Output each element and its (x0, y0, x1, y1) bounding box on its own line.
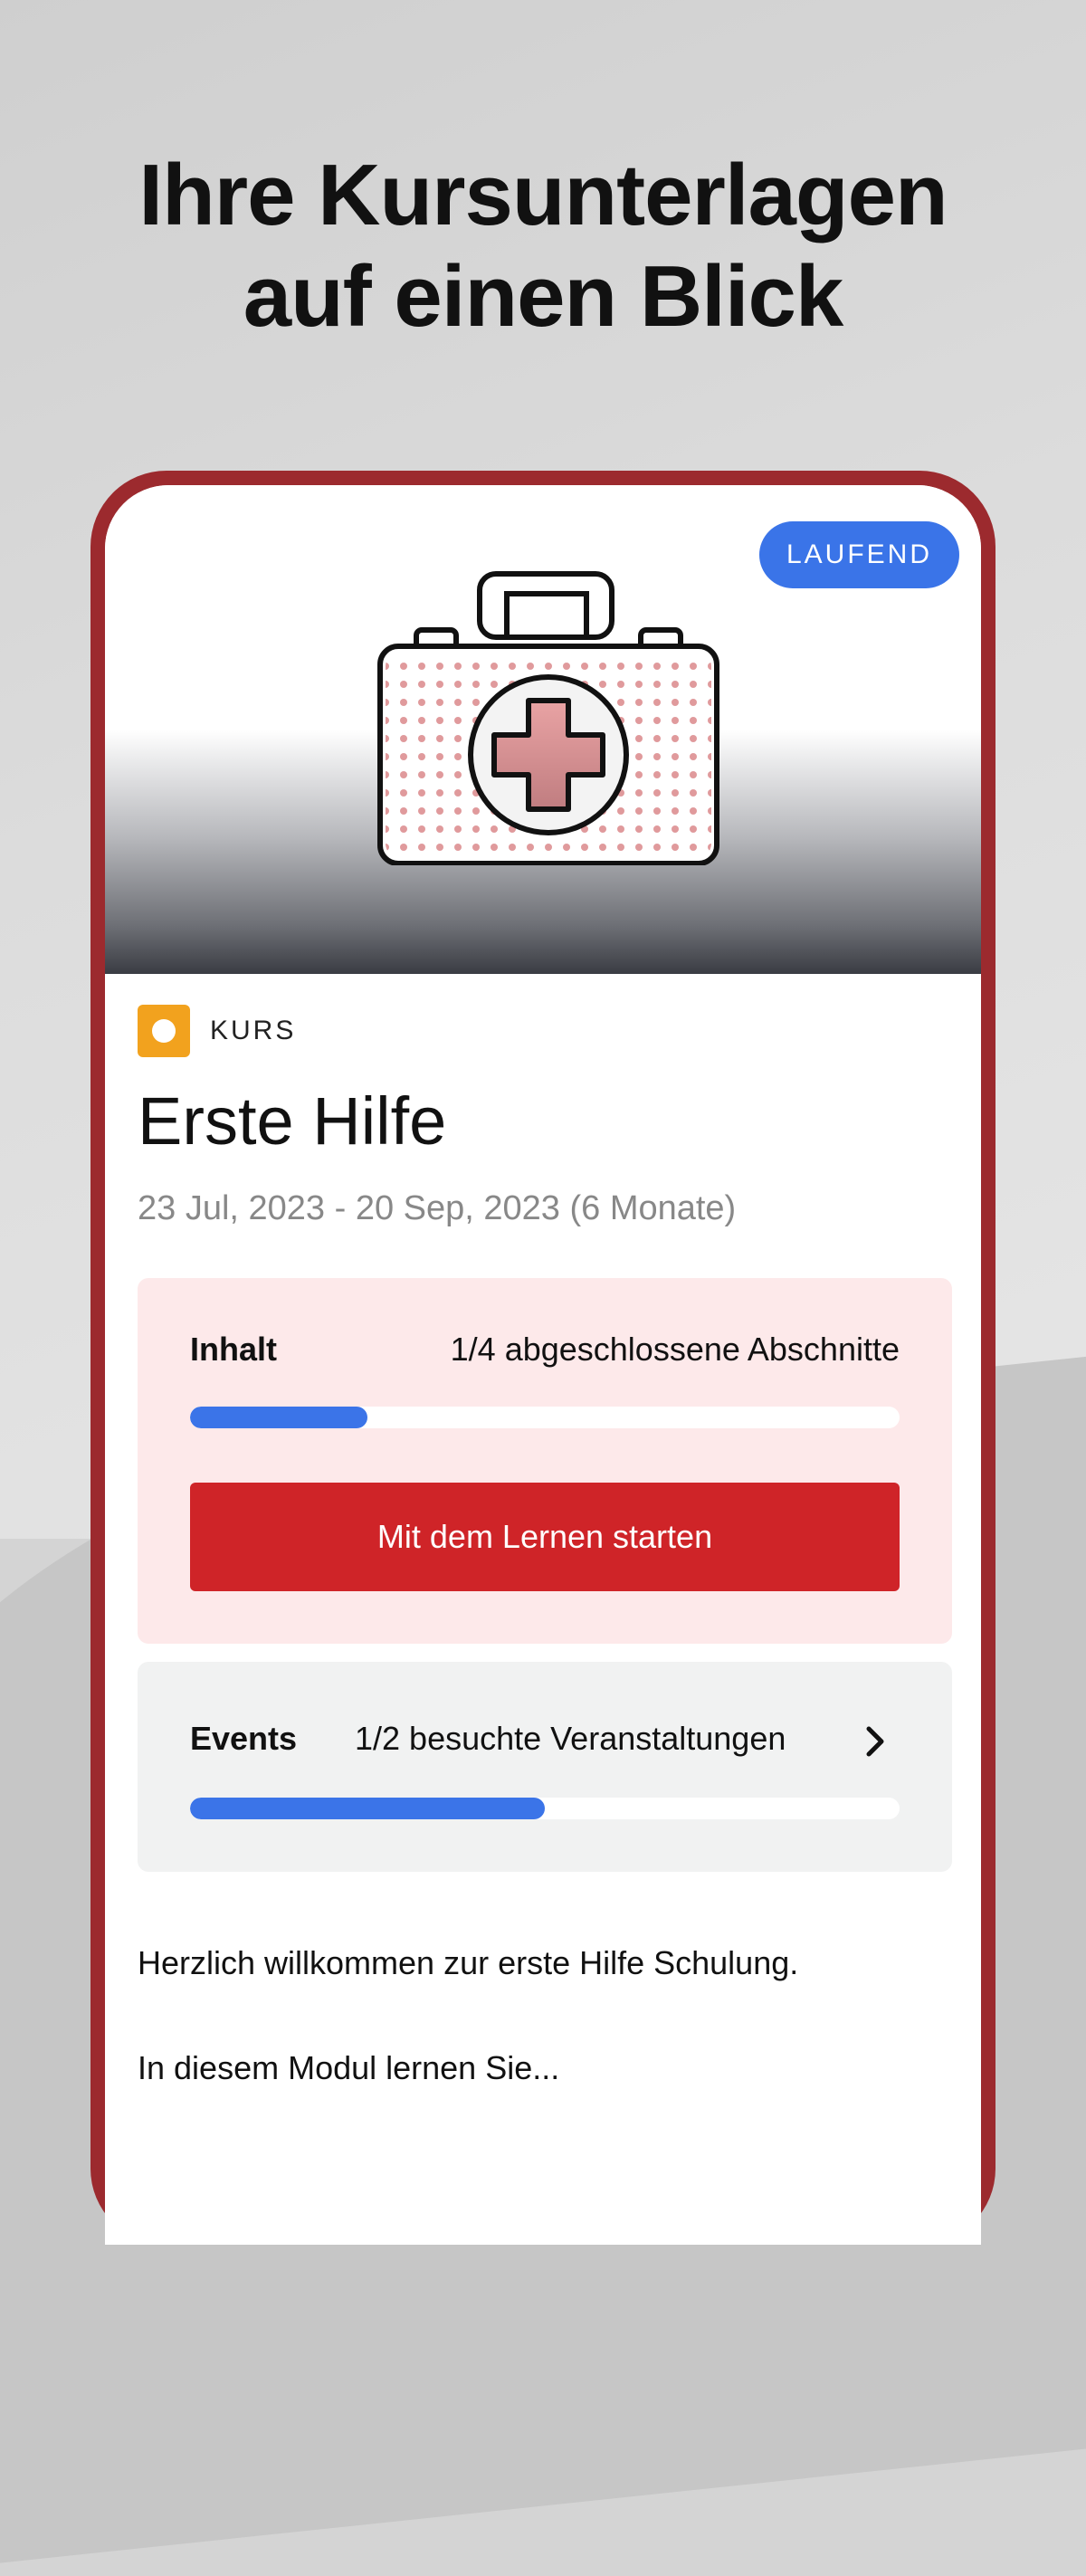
headline-line-2: auf einen Blick (243, 248, 844, 345)
content-progress-card: Inhalt 1/4 abgeschlossene Abschnitte Mit… (138, 1278, 952, 1644)
course-type-label: KURS (210, 1016, 297, 1045)
start-learning-button[interactable]: Mit dem Lernen starten (190, 1483, 900, 1591)
events-progress-bar (190, 1798, 900, 1819)
content-progress-text: 1/4 abgeschlossene Abschnitte (450, 1331, 900, 1368)
course-type-icon (138, 1005, 190, 1057)
content-progress-fill (190, 1407, 367, 1428)
events-progress-text: 1/2 besuchte Veranstaltungen (355, 1720, 786, 1757)
course-type: KURS (138, 1005, 296, 1057)
headline-line-1: Ihre Kursunterlagen (138, 147, 948, 243)
content-label: Inhalt (190, 1331, 277, 1368)
chevron-right-icon[interactable] (862, 1722, 889, 1761)
first-aid-kit-icon (377, 571, 719, 865)
description-intro: In diesem Modul lernen Sie... (138, 2049, 560, 2086)
description-welcome: Herzlich willkommen zur erste Hilfe Schu… (138, 1944, 799, 1981)
events-label: Events (190, 1720, 298, 1757)
events-card[interactable]: Events 1/2 besuchte Veranstaltungen (138, 1662, 952, 1872)
content-progress-bar (190, 1407, 900, 1428)
course-title: Erste Hilfe (138, 1083, 447, 1159)
course-screen: LAUFEND KURS Erste Hilfe 23 Jul, 2023 - … (105, 485, 981, 2245)
course-hero-image: LAUFEND (105, 485, 981, 974)
phone-frame: LAUFEND KURS Erste Hilfe 23 Jul, 2023 - … (90, 471, 996, 2245)
course-dates: 23 Jul, 2023 - 20 Sep, 2023 (6 Monate) (138, 1189, 737, 1227)
page-headline: Ihre Kursunterlagen auf einen Blick (0, 145, 1086, 348)
events-progress-fill (190, 1798, 545, 1819)
status-badge: LAUFEND (758, 521, 959, 588)
